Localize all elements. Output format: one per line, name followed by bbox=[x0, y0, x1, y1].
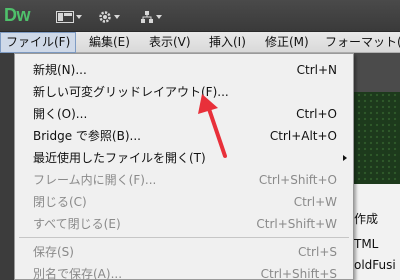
menu-item-shortcut: Ctrl+S bbox=[297, 245, 337, 259]
menu-item-close[interactable]: 閉じる(C) Ctrl+W bbox=[15, 191, 353, 213]
menu-item-label: すべて閉じる(E) bbox=[33, 217, 121, 231]
menu-insert[interactable]: 挿入(I) bbox=[204, 32, 251, 53]
create-heading: 作成 bbox=[354, 212, 379, 226]
menu-item-browse-bridge[interactable]: Bridge で参照(B)... Ctrl+Alt+O bbox=[15, 125, 353, 147]
menu-item-shortcut: Ctrl+Shift+W bbox=[256, 217, 337, 231]
chevron-down-icon bbox=[114, 15, 120, 19]
menu-item-new-fluid-grid[interactable]: 新しい可変グリッドレイアウト(F)... bbox=[15, 81, 353, 103]
menu-item-close-all[interactable]: すべて閉じる(E) Ctrl+Shift+W bbox=[15, 213, 353, 235]
menu-item-save-as[interactable]: 別名で保存(A)... Ctrl+Shift+S bbox=[15, 263, 353, 280]
menu-separator bbox=[19, 237, 349, 238]
menu-item-open[interactable]: 開く(O)... Ctrl+O bbox=[15, 103, 353, 125]
menu-item-open-recent[interactable]: 最近使用したファイルを開く(T) bbox=[15, 147, 353, 169]
site-icon bbox=[141, 11, 153, 23]
layout-button[interactable] bbox=[56, 9, 82, 25]
gear-icon bbox=[99, 11, 111, 23]
app-toolbar: Dw bbox=[0, 0, 400, 32]
menu-format[interactable]: フォーマット( bbox=[320, 32, 400, 53]
menu-item-label: Bridge で参照(B)... bbox=[33, 129, 141, 143]
menu-item-label: 開く(O)... bbox=[33, 107, 88, 121]
menu-item-shortcut: Ctrl+W bbox=[293, 195, 337, 209]
menu-item-shortcut: Ctrl+Shift+S bbox=[260, 267, 337, 280]
menu-item-label: フレーム内に開く(F)... bbox=[33, 173, 157, 187]
file-menu-dropdown: 新規(N)... Ctrl+N 新しい可変グリッドレイアウト(F)... 開く(… bbox=[14, 53, 354, 280]
menu-modify[interactable]: 修正(M) bbox=[260, 32, 314, 53]
menu-item-new[interactable]: 新規(N)... Ctrl+N bbox=[15, 59, 353, 81]
menu-item-shortcut: Ctrl+O bbox=[296, 107, 337, 121]
menu-item-shortcut: Ctrl+Shift+O bbox=[258, 173, 337, 187]
layout-icon bbox=[56, 11, 74, 23]
dreamweaver-logo: Dw bbox=[4, 5, 31, 25]
menu-view[interactable]: 表示(V) bbox=[144, 32, 196, 53]
chevron-down-icon bbox=[156, 15, 162, 19]
menu-item-label: 新規(N)... bbox=[33, 63, 87, 77]
welcome-banner bbox=[350, 92, 400, 184]
menu-item-label: 保存(S) bbox=[33, 245, 74, 259]
menu-edit[interactable]: 編集(E) bbox=[84, 32, 135, 53]
submenu-arrow-icon bbox=[343, 155, 347, 161]
menu-item-open-in-frame[interactable]: フレーム内に開く(F)... Ctrl+Shift+O bbox=[15, 169, 353, 191]
menu-item-shortcut: Ctrl+Alt+O bbox=[269, 129, 337, 143]
create-html-link[interactable]: TML bbox=[354, 237, 378, 251]
menu-item-label: 別名で保存(A)... bbox=[33, 267, 123, 280]
chevron-down-icon bbox=[76, 15, 82, 19]
create-coldfusion-link[interactable]: oldFusi bbox=[354, 258, 396, 272]
menu-item-shortcut: Ctrl+N bbox=[296, 63, 337, 77]
menu-bar: ファイル(F) 編集(E) 表示(V) 挿入(I) 修正(M) フォーマット( bbox=[0, 32, 400, 53]
menu-item-label: 閉じる(C) bbox=[33, 195, 87, 209]
menu-item-label: 最近使用したファイルを開く(T) bbox=[33, 151, 206, 165]
settings-button[interactable] bbox=[98, 9, 120, 25]
annotation-arrow-icon bbox=[198, 94, 227, 158]
menu-file[interactable]: ファイル(F) bbox=[0, 32, 77, 53]
site-button[interactable] bbox=[140, 9, 162, 25]
menu-item-save[interactable]: 保存(S) Ctrl+S bbox=[15, 241, 353, 263]
